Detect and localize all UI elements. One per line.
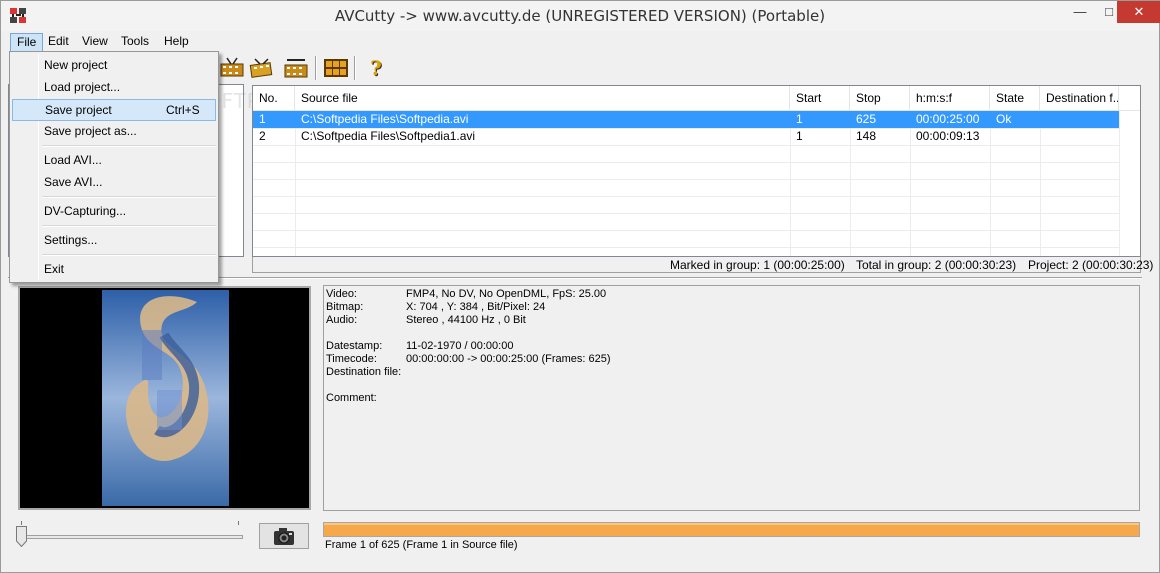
cell-destination [1040,111,1119,128]
menu-item-save-project-as[interactable]: Save project as... [12,121,216,143]
timecode-value: 00:00:00:00 -> 00:00:25:00 (Frames: 625) [406,353,611,365]
window-title: AVCutty -> www.avcutty.de (UNREGISTERED … [334,7,826,25]
grid-line [253,179,1119,180]
film-cut-forward-icon[interactable] [249,56,275,80]
cell-stop: 148 [856,129,877,143]
file-menu-dropdown: New project Load project... Save project… [9,51,219,283]
menu-separator [42,225,216,227]
datestamp-label: Datestamp: [326,340,383,352]
grid-line [253,230,1119,231]
marked-in-group: Marked in group: 1 (00:00:25:00) [670,258,845,272]
snapshot-button[interactable] [259,523,309,549]
audio-label: Audio: [326,314,358,326]
menu-view[interactable]: View [76,33,114,52]
toolbar-separator [354,56,356,80]
app-window: AVCutty -> www.avcutty.de (UNREGISTERED … [0,0,1160,573]
slider-tick [238,521,239,525]
grid-view-icon[interactable] [323,56,349,80]
grid-line [253,213,1119,214]
help-icon[interactable]: ? [363,56,389,80]
menu-item-exit[interactable]: Exit [12,259,216,281]
video-label: Video: [326,288,357,300]
title-bar: AVCutty -> www.avcutty.de (UNREGISTERED … [1,1,1160,31]
menu-item-shortcut: Ctrl+S [166,103,200,117]
close-button[interactable]: ✕ [1117,1,1160,23]
column-header-start[interactable]: Start [790,86,850,111]
film-clapper-icon[interactable] [283,56,309,80]
film-cut-icon[interactable] [219,56,245,80]
video-preview [18,286,311,510]
frame-slider-track[interactable] [20,535,243,539]
grid-line [253,162,1119,163]
menu-separator [42,254,216,256]
timecode-label: Timecode: [326,353,377,365]
cell-state: Ok [996,112,1012,126]
cell-state [990,128,1040,145]
progress-fill [324,523,1139,536]
menu-item-save-avi[interactable]: Save AVI... [12,172,216,194]
menu-separator [42,145,216,147]
menu-item-label: Save project [45,103,112,117]
list-status-bar: Marked in group: 1 (00:00:25:00) Total i… [252,257,1153,273]
toolbar-separator [315,56,317,80]
audio-value: Stereo , 44100 Hz , 0 Bit [406,314,526,326]
menu-item-save-project[interactable]: Save project Ctrl+S [12,99,216,121]
column-header-no[interactable]: No. [253,86,295,111]
grid-line [253,196,1119,197]
frame-status: Frame 1 of 625 (Frame 1 in Source file) [325,539,518,551]
bitmap-value: X: 704 , Y: 384 , Bit/Pixel: 24 [406,301,546,313]
minimize-button[interactable]: — [1065,1,1095,23]
list-header: No. Source file Start Stop h:m:s:f State… [253,86,1140,111]
menu-item-dv-capturing[interactable]: DV-Capturing... [12,201,216,223]
cell-stop: 625 [856,112,877,126]
camera-icon [274,528,294,545]
column-header-hmsf[interactable]: h:m:s:f [910,86,990,111]
cell-start: 1 [796,129,803,143]
grid-line [253,247,1119,248]
cell-start: 1 [796,112,803,126]
bitmap-label: Bitmap: [326,301,364,313]
grid-line [253,145,1119,146]
menu-item-load-avi[interactable]: Load AVI... [12,150,216,172]
menu-file[interactable]: File [10,33,44,52]
comment-label: Comment: [326,392,377,404]
file-info-panel: Video: FMP4, No DV, No OpenDML, FpS: 25.… [323,285,1140,511]
menu-bar: File Edit View Tools Help [1,31,1159,52]
menu-item-new-project[interactable]: New project [12,55,216,77]
cell-destination [1040,128,1119,145]
menu-edit[interactable]: Edit [42,33,75,52]
cell-source: C:\Softpedia Files\Softpedia1.avi [301,129,476,143]
cell-hmsf: 00:00:09:13 [916,129,980,143]
clip-list[interactable]: No. Source file Start Stop h:m:s:f State… [252,85,1141,257]
cell-source: C:\Softpedia Files\Softpedia.avi [301,112,469,126]
table-row[interactable]: 1 C:\Softpedia Files\Softpedia.avi 1 625… [253,111,1119,128]
column-header-stop[interactable]: Stop [850,86,910,111]
column-header-source[interactable]: Source file [295,86,790,111]
preview-frame-image [102,290,229,506]
table-row[interactable]: 2 C:\Softpedia Files\Softpedia1.avi 1 14… [253,128,1119,145]
video-value: FMP4, No DV, No OpenDML, FpS: 25.00 [406,288,607,300]
destination-label: Destination file: [326,366,402,378]
project-total: Project: 2 (00:00:30:23) [1028,258,1154,272]
menu-separator [42,196,216,198]
cell-hmsf: 00:00:25:00 [916,112,980,126]
cell-no: 1 [259,112,266,126]
menu-help[interactable]: Help [158,33,195,52]
progress-bar [323,522,1140,537]
cell-no: 2 [259,129,266,143]
grid-line [1119,111,1120,256]
datestamp-value: 11-02-1970 / 00:00:00 [406,340,514,352]
total-in-group: Total in group: 2 (00:00:30:23) [856,258,1017,272]
column-header-destination[interactable]: Destination f... [1040,86,1119,111]
frame-slider-thumb[interactable] [16,526,27,547]
menu-tools[interactable]: Tools [115,33,155,52]
column-header-state[interactable]: State [990,86,1040,111]
menu-item-settings[interactable]: Settings... [12,230,216,252]
menu-item-load-project[interactable]: Load project... [12,77,216,99]
slider-tick [21,521,22,525]
